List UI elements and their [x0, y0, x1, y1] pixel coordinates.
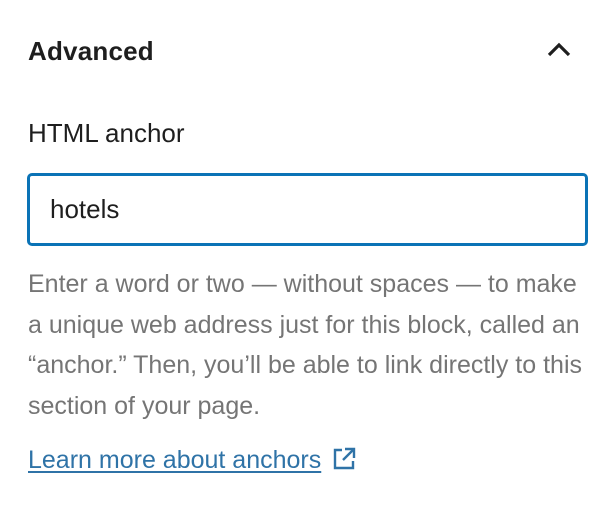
chevron-up-icon[interactable] — [544, 35, 574, 65]
panel-title: Advanced — [28, 35, 154, 66]
advanced-panel: Advanced HTML anchor Enter a word or two… — [0, 0, 604, 514]
external-link-icon — [331, 446, 357, 472]
html-anchor-help-text: Enter a word or two — without spaces — t… — [28, 270, 582, 420]
learn-more-label: Learn more about anchors — [28, 446, 322, 474]
learn-more-link[interactable]: Learn more about anchors — [28, 446, 357, 475]
advanced-panel-toggle[interactable]: Advanced — [0, 0, 604, 100]
html-anchor-label: HTML anchor — [28, 118, 185, 148]
html-anchor-input[interactable] — [27, 173, 588, 246]
